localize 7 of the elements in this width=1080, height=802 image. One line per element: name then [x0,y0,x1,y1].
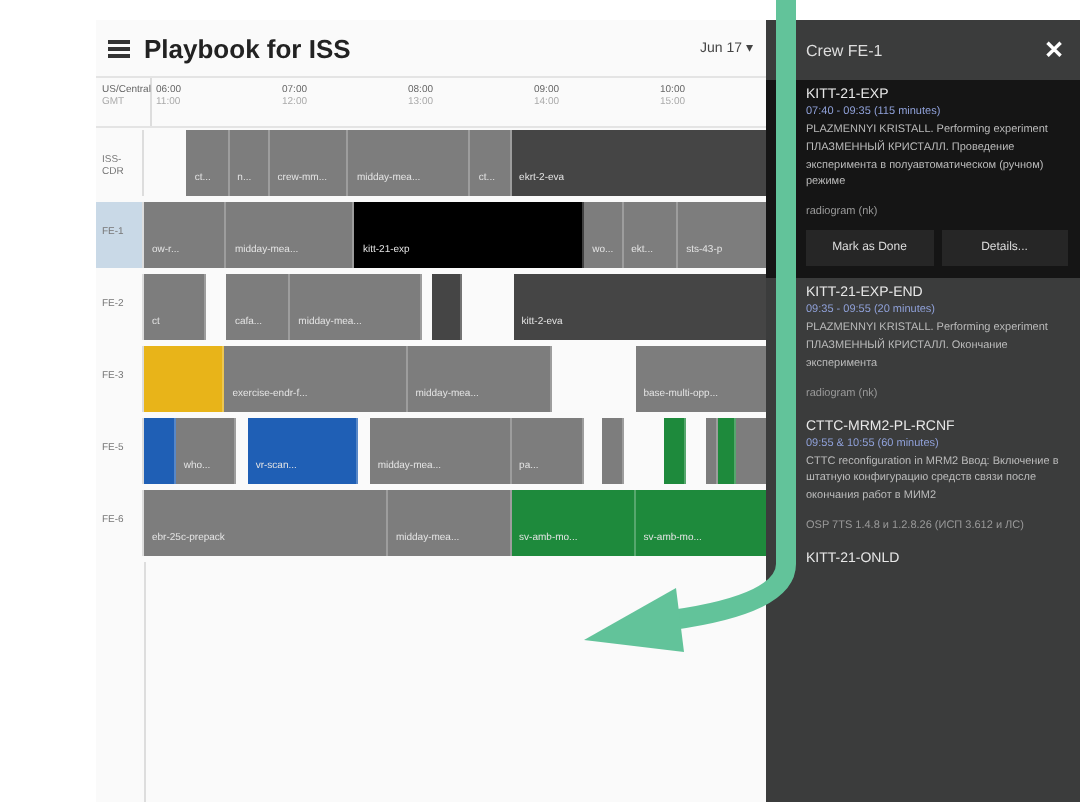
activity-block[interactable] [431,274,463,340]
close-button[interactable]: ✕ [1044,36,1064,64]
app-title: Playbook for ISS [144,33,351,63]
panel-title: Crew FE-1 [806,41,883,59]
activity-card[interactable] [766,80,1080,279]
menu-icon[interactable] [108,39,130,57]
activity-block[interactable] [663,418,687,484]
